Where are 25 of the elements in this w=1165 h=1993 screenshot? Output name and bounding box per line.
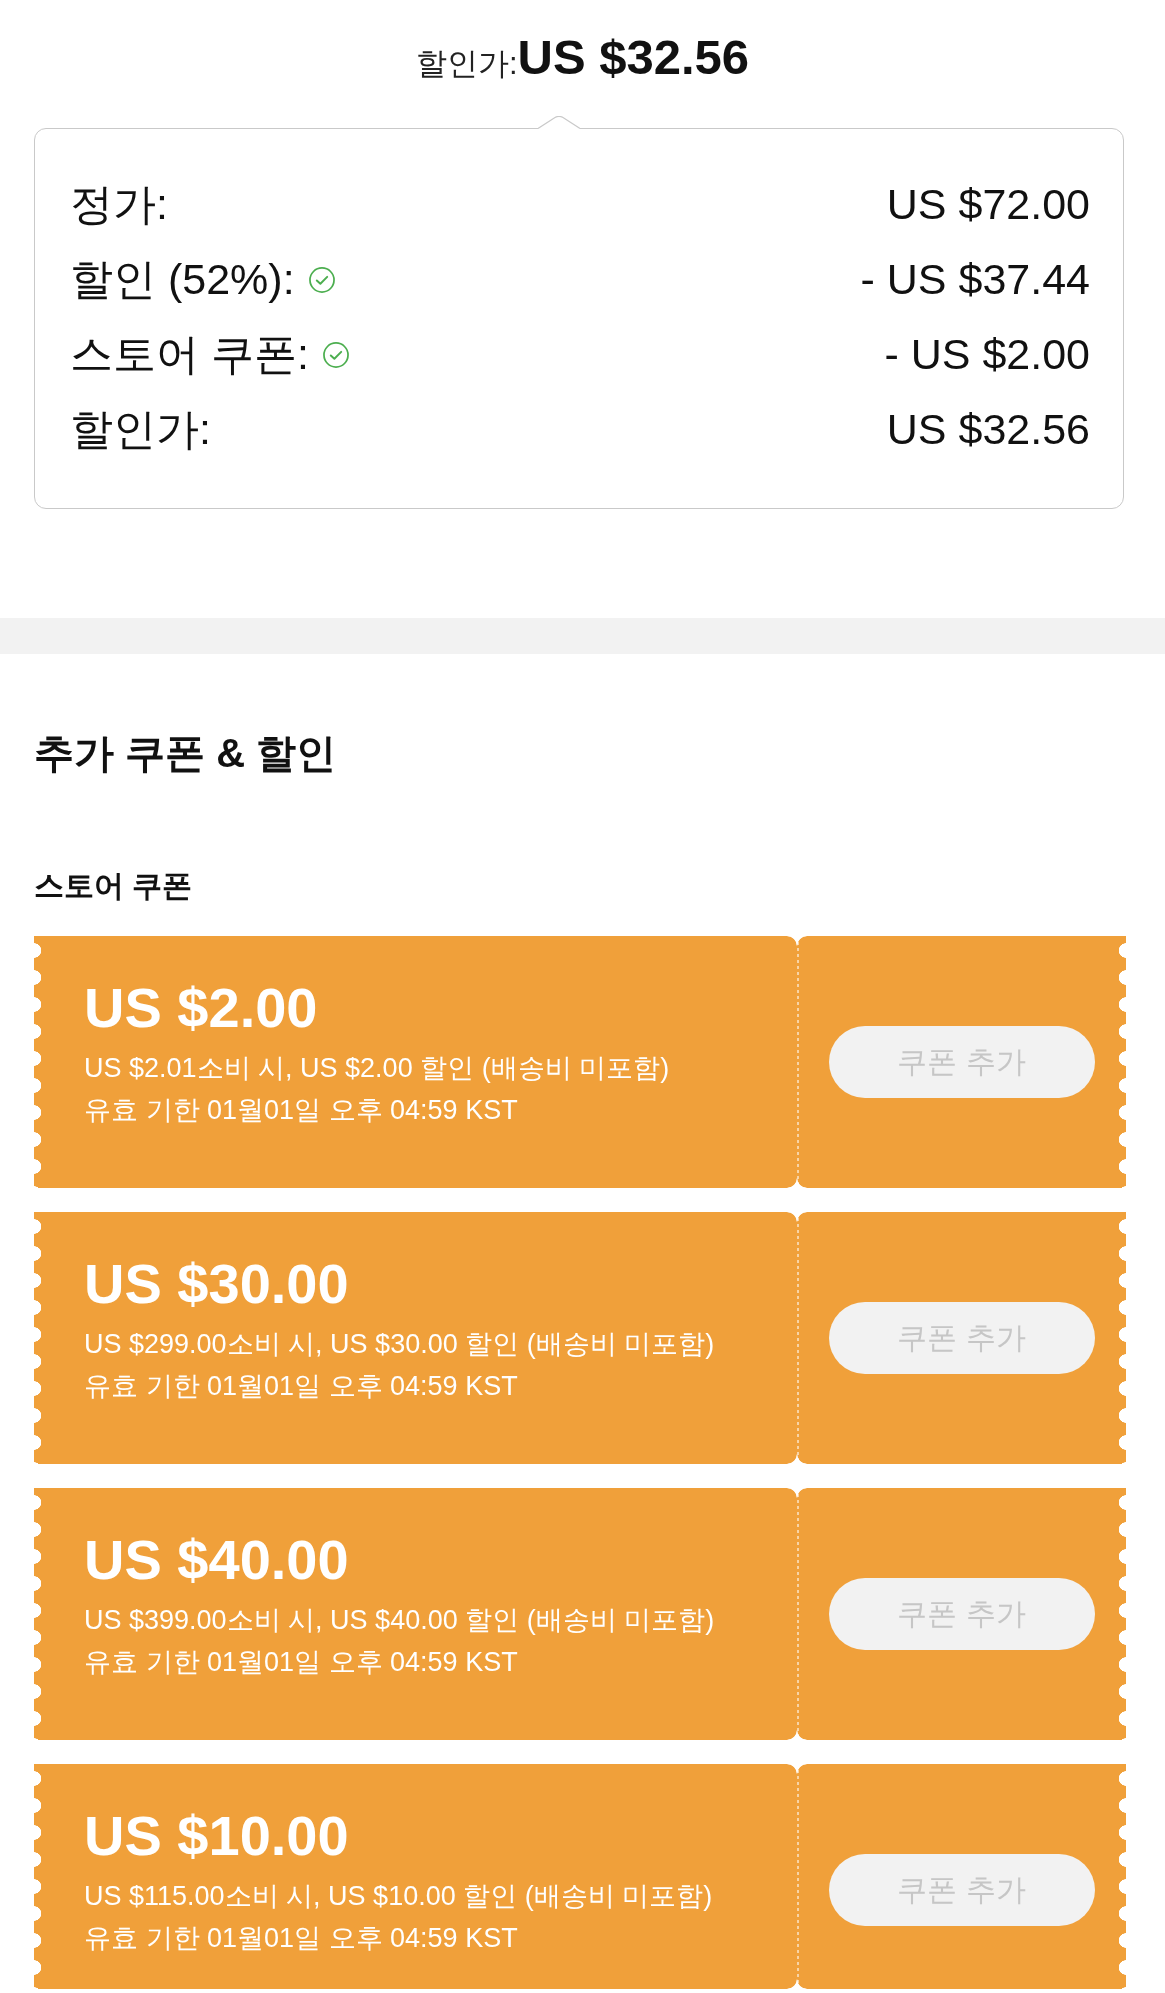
price-amount: US $32.56	[517, 29, 750, 85]
coupon-condition: US $115.00소비 시, US $10.00 할인 (배송비 미포함)	[84, 1880, 713, 1913]
breakdown-value: US $32.56	[886, 405, 1090, 454]
section-title: 추가 쿠폰 & 할인	[34, 730, 337, 777]
coupon-condition: US $399.00소비 시, US $40.00 할인 (배송비 미포함)	[84, 1604, 715, 1637]
coupon-expiry: 유효 기한 01월01일 오후 04:59 KST	[84, 1094, 518, 1127]
price-label: 할인가:	[415, 45, 518, 83]
breakdown-label: 정가:	[70, 178, 168, 230]
breakdown-value: US $72.00	[886, 180, 1090, 229]
popover-arrow	[538, 116, 580, 130]
sub-heading: 스토어 쿠폰	[34, 868, 193, 904]
coupon-amount: US $2.00	[84, 976, 318, 1040]
coupon-condition: US $2.01소비 시, US $2.00 할인 (배송비 미포함)	[84, 1052, 670, 1085]
coupon-amount: US $30.00	[84, 1252, 349, 1316]
breakdown-label: 할인가:	[70, 403, 211, 455]
coupon-expiry: 유효 기한 01월01일 오후 04:59 KST	[84, 1646, 518, 1679]
breakdown-label: 스토어 쿠폰:	[70, 328, 309, 380]
coupon-expiry: 유효 기한 01월01일 오후 04:59 KST	[84, 1370, 518, 1403]
breakdown-label: 할인 (52%):	[70, 253, 295, 305]
breakdown-value: - US $37.44	[860, 255, 1090, 304]
breakdown-value: - US $2.00	[884, 330, 1090, 379]
coupon-amount: US $10.00	[84, 1804, 349, 1868]
coupon-expiry: 유효 기한 01월01일 오후 04:59 KST	[84, 1922, 518, 1955]
coupon-condition: US $299.00소비 시, US $30.00 할인 (배송비 미포함)	[84, 1328, 715, 1361]
coupon-amount: US $40.00	[84, 1528, 349, 1592]
